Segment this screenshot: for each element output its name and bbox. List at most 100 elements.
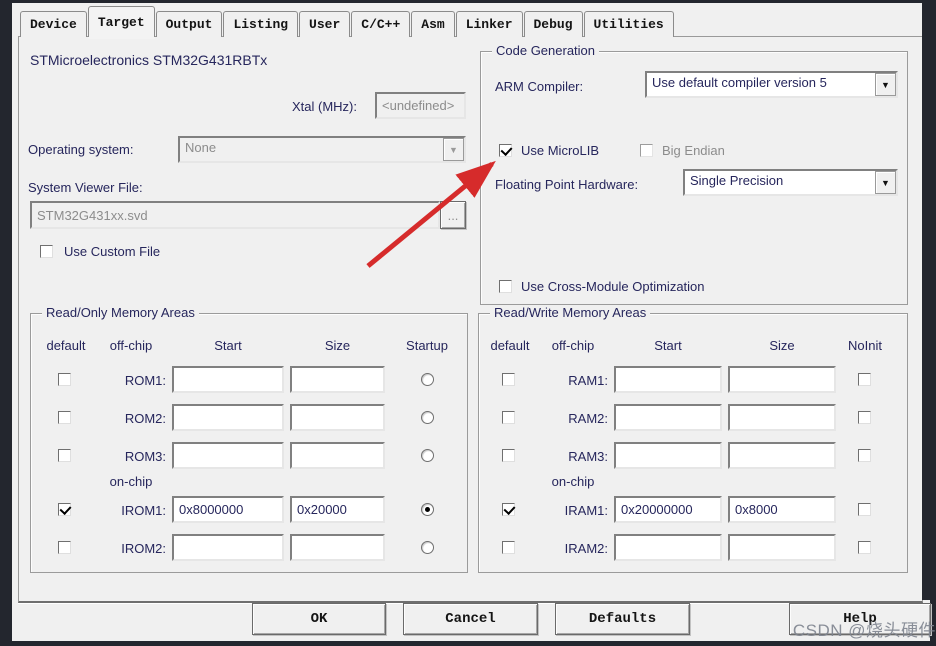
- rom2-start-input[interactable]: [172, 404, 284, 431]
- ram1-label: RAM1:: [568, 373, 608, 388]
- col-header-default: default: [46, 338, 86, 353]
- ram3-size-input[interactable]: [728, 442, 836, 469]
- irom2-size-input[interactable]: [290, 534, 385, 561]
- tab-listing[interactable]: Listing: [223, 11, 299, 37]
- col-header-size: Size: [324, 338, 351, 353]
- tab-debug[interactable]: Debug: [523, 11, 583, 37]
- ram1-default-checkbox[interactable]: [502, 373, 515, 386]
- floating-point-hardware-value: Single Precision: [690, 173, 784, 188]
- iram2-size-input[interactable]: [728, 534, 836, 561]
- floating-point-hardware-combo[interactable]: Single Precision ▼: [683, 169, 898, 196]
- read-only-memory-title: Read/Only Memory Areas: [42, 305, 199, 320]
- read-write-memory-title: Read/Write Memory Areas: [490, 305, 651, 320]
- col-header-size: Size: [769, 338, 795, 353]
- rom1-size-input[interactable]: [290, 366, 385, 393]
- onchip-label: on-chip: [551, 474, 595, 489]
- iram1-start-input[interactable]: [614, 496, 722, 523]
- use-custom-file-checkbox[interactable]: [40, 245, 53, 258]
- ram1-noinit-checkbox[interactable]: [858, 373, 871, 386]
- arm-compiler-label: ARM Compiler:: [495, 79, 584, 94]
- big-endian-label: Big Endian: [662, 143, 725, 158]
- big-endian-checkbox: [640, 144, 653, 157]
- ram2-noinit-checkbox[interactable]: [858, 411, 871, 424]
- col-header-offchip: off-chip: [109, 338, 153, 353]
- ram3-noinit-checkbox[interactable]: [858, 449, 871, 462]
- ram3-start-input[interactable]: [614, 442, 722, 469]
- ram2-size-input[interactable]: [728, 404, 836, 431]
- iram2-noinit-checkbox[interactable]: [858, 541, 871, 554]
- rom3-start-input[interactable]: [172, 442, 284, 469]
- operating-system-value: None: [185, 140, 217, 155]
- ram1-start-input[interactable]: [614, 366, 722, 393]
- iram1-size-input[interactable]: [728, 496, 836, 523]
- operating-system-label: Operating system:: [28, 142, 134, 157]
- cross-module-optimization-label: Use Cross-Module Optimization: [521, 279, 705, 294]
- tab-utilities[interactable]: Utilities: [583, 11, 674, 37]
- iram2-label: IRAM2:: [564, 541, 608, 556]
- rom1-startup-radio[interactable]: [421, 373, 434, 386]
- help-button[interactable]: Help: [789, 603, 931, 635]
- iram2-start-input[interactable]: [614, 534, 722, 561]
- chevron-down-icon[interactable]: ▼: [875, 171, 896, 194]
- irom2-startup-radio[interactable]: [421, 541, 434, 554]
- irom1-start-input[interactable]: [172, 496, 284, 523]
- rom3-startup-radio[interactable]: [421, 449, 434, 462]
- rom1-start-input[interactable]: [172, 366, 284, 393]
- rom3-size-input[interactable]: [290, 442, 385, 469]
- tab-asm[interactable]: Asm: [411, 11, 455, 37]
- rom2-label: ROM2:: [124, 411, 166, 426]
- arm-compiler-value: Use default compiler version 5: [652, 75, 827, 90]
- col-header-startup: Startup: [406, 338, 448, 353]
- rom3-default-checkbox[interactable]: [58, 449, 71, 462]
- iram1-default-checkbox[interactable]: [502, 503, 515, 516]
- rom2-startup-radio[interactable]: [421, 411, 434, 424]
- irom2-start-input[interactable]: [172, 534, 284, 561]
- irom1-size-input[interactable]: [290, 496, 385, 523]
- col-header-start: Start: [654, 338, 682, 353]
- tab-output[interactable]: Output: [155, 11, 223, 37]
- use-microlib-checkbox[interactable]: [499, 144, 512, 157]
- cross-module-optimization-checkbox[interactable]: [499, 280, 512, 293]
- xtal-label: Xtal (MHz):: [292, 99, 357, 114]
- code-generation-title: Code Generation: [492, 43, 600, 58]
- col-header-noinit: NoInit: [848, 338, 882, 353]
- ram2-label: RAM2:: [568, 411, 608, 426]
- tab-user[interactable]: User: [299, 11, 351, 37]
- col-header-default: default: [490, 338, 530, 353]
- chevron-down-icon: ▼: [443, 138, 464, 161]
- tab-device[interactable]: Device: [20, 11, 87, 37]
- iram1-label: IRAM1:: [564, 503, 608, 518]
- ram3-default-checkbox[interactable]: [502, 449, 515, 462]
- defaults-button[interactable]: Defaults: [555, 603, 690, 635]
- background-strip: [922, 0, 936, 600]
- irom1-startup-radio[interactable]: [421, 503, 434, 516]
- arm-compiler-combo[interactable]: Use default compiler version 5 ▼: [645, 71, 898, 98]
- screenshot-root: Device Target Output Listing User C/C++ …: [0, 0, 936, 646]
- irom1-default-checkbox[interactable]: [58, 503, 71, 516]
- ram3-label: RAM3:: [568, 449, 608, 464]
- cancel-button[interactable]: Cancel: [403, 603, 538, 635]
- tab-ccpp[interactable]: C/C++: [351, 11, 411, 37]
- irom2-default-checkbox[interactable]: [58, 541, 71, 554]
- floating-point-hardware-label: Floating Point Hardware:: [495, 177, 639, 192]
- tab-target[interactable]: Target: [87, 6, 155, 37]
- chevron-down-icon[interactable]: ▼: [875, 73, 896, 96]
- rom2-default-checkbox[interactable]: [58, 411, 71, 424]
- ram2-start-input[interactable]: [614, 404, 722, 431]
- col-header-start: Start: [214, 338, 242, 353]
- operating-system-combo: None ▼: [178, 136, 466, 163]
- iram1-noinit-checkbox[interactable]: [858, 503, 871, 516]
- irom1-label: IROM1:: [121, 503, 166, 518]
- browse-button[interactable]: ...: [440, 201, 466, 229]
- ram1-size-input[interactable]: [728, 366, 836, 393]
- tab-bar: Device Target Output Listing User C/C++ …: [20, 6, 675, 37]
- tab-linker[interactable]: Linker: [455, 11, 523, 37]
- rom1-default-checkbox[interactable]: [58, 373, 71, 386]
- ram2-default-checkbox[interactable]: [502, 411, 515, 424]
- onchip-label: on-chip: [109, 474, 153, 489]
- rom3-label: ROM3:: [124, 449, 166, 464]
- ok-button[interactable]: OK: [252, 603, 386, 635]
- rom2-size-input[interactable]: [290, 404, 385, 431]
- use-custom-file-label: Use Custom File: [64, 244, 161, 259]
- iram2-default-checkbox[interactable]: [502, 541, 515, 554]
